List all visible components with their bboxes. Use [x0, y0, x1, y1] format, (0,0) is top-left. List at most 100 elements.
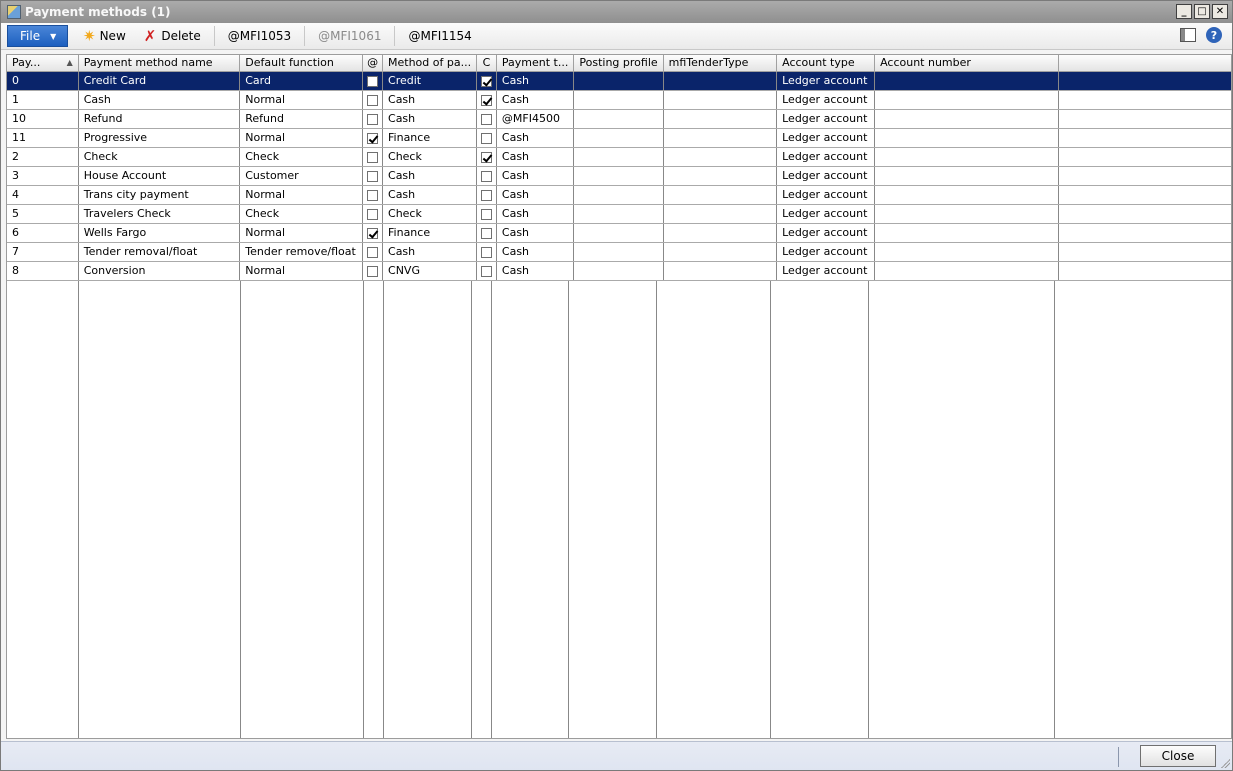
cell-ptype[interactable]: Cash — [496, 204, 575, 224]
close-button[interactable]: Close — [1140, 745, 1216, 767]
column-header-name[interactable]: Payment method name — [78, 55, 241, 72]
cell-name[interactable]: House Account — [78, 166, 241, 186]
column-header-at[interactable]: @ — [362, 55, 384, 72]
cell-name[interactable]: Conversion — [78, 261, 241, 281]
cell-acctype[interactable]: Ledger account — [776, 166, 876, 186]
cell-acctype[interactable]: Ledger account — [776, 147, 876, 167]
cell-posting[interactable] — [573, 204, 664, 224]
cell-name[interactable]: Progressive — [78, 128, 241, 148]
mfi1053-button[interactable]: @MFI1053 — [219, 25, 300, 47]
cell-name[interactable]: Travelers Check — [78, 204, 241, 224]
checkbox-checked[interactable] — [481, 75, 492, 87]
cell-func[interactable]: Normal — [239, 261, 364, 281]
cell-name[interactable]: Refund — [78, 109, 241, 129]
column-header-method[interactable]: Method of pa... — [382, 55, 478, 72]
cell-accnum[interactable] — [874, 71, 1060, 91]
cell-id[interactable]: 6 — [7, 223, 79, 243]
column-header-c[interactable]: C — [476, 55, 497, 72]
minimize-button[interactable]: _ — [1176, 4, 1192, 19]
cell-id[interactable]: 7 — [7, 242, 79, 262]
cell-func[interactable]: Normal — [239, 128, 364, 148]
cell-name[interactable]: Trans city payment — [78, 185, 241, 205]
table-row[interactable]: 5 Travelers Check Check Check Cash Ledger acc… — [7, 204, 1231, 224]
cell-posting[interactable] — [573, 71, 664, 91]
table-row[interactable]: 10 Refund Refund Cash @MFI4500 Ledger account — [7, 109, 1231, 129]
table-row[interactable]: 7 Tender removal/float Tender remove/float… — [7, 242, 1231, 262]
cell-id[interactable]: 10 — [7, 109, 79, 129]
cell-method[interactable]: Finance — [382, 223, 478, 243]
close-window-button[interactable]: ✕ — [1212, 4, 1228, 19]
cell-id[interactable]: 4 — [7, 185, 79, 205]
checkbox-unchecked[interactable] — [367, 189, 379, 201]
checkbox-unchecked[interactable] — [481, 227, 492, 239]
cell-accnum[interactable] — [874, 147, 1060, 167]
column-header-pay[interactable]: Pay... ▲ — [7, 55, 79, 72]
cell-acctype[interactable]: Ledger account — [776, 71, 876, 91]
cell-at[interactable] — [362, 128, 384, 148]
table-row[interactable]: 11 Progressive Normal Finance Cash Ledger acc… — [7, 128, 1231, 148]
checkbox-unchecked[interactable] — [367, 208, 379, 220]
cell-c[interactable] — [476, 109, 497, 129]
cell-tender[interactable] — [663, 147, 778, 167]
cell-method[interactable]: CNVG — [382, 261, 478, 281]
delete-button[interactable]: ✗ Delete — [135, 25, 210, 47]
help-icon[interactable]: ? — [1206, 27, 1222, 43]
cell-accnum[interactable] — [874, 204, 1060, 224]
checkbox-unchecked[interactable] — [367, 151, 379, 163]
cell-at[interactable] — [362, 71, 384, 91]
checkbox-unchecked[interactable] — [481, 189, 492, 201]
checkbox-unchecked[interactable] — [367, 75, 379, 87]
cell-accnum[interactable] — [874, 166, 1060, 186]
cell-acctype[interactable]: Ledger account — [776, 109, 876, 129]
mfi1061-button[interactable]: @MFI1061 — [309, 25, 390, 47]
checkbox-unchecked[interactable] — [481, 208, 492, 220]
checkbox-unchecked[interactable] — [481, 132, 492, 144]
column-header-default-function[interactable]: Default function — [239, 55, 364, 72]
new-button[interactable]: ✷ New — [74, 25, 135, 47]
cell-tender[interactable] — [663, 204, 778, 224]
cell-method[interactable]: Cash — [382, 242, 478, 262]
cell-method[interactable]: Finance — [382, 128, 478, 148]
cell-accnum[interactable] — [874, 185, 1060, 205]
cell-accnum[interactable] — [874, 223, 1060, 243]
cell-ptype[interactable]: Cash — [496, 128, 575, 148]
cell-ptype[interactable]: Cash — [496, 223, 575, 243]
cell-c[interactable] — [476, 261, 497, 281]
cell-acctype[interactable]: Ledger account — [776, 261, 876, 281]
cell-tender[interactable] — [663, 261, 778, 281]
cell-name[interactable]: Check — [78, 147, 241, 167]
cell-func[interactable]: Check — [239, 147, 364, 167]
cell-at[interactable] — [362, 204, 384, 224]
cell-at[interactable] — [362, 261, 384, 281]
cell-name[interactable]: Credit Card — [78, 71, 241, 91]
cell-method[interactable]: Cash — [382, 109, 478, 129]
column-header-account-type[interactable]: Account type — [776, 55, 876, 72]
cell-func[interactable]: Refund — [239, 109, 364, 129]
cell-posting[interactable] — [573, 90, 664, 110]
cell-ptype[interactable]: Cash — [496, 166, 575, 186]
column-header-tender-type[interactable]: mfiTenderType — [663, 55, 778, 72]
file-menu-button[interactable]: File ▼ — [7, 25, 68, 47]
cell-method[interactable]: Credit — [382, 71, 478, 91]
checkbox-checked[interactable] — [367, 227, 379, 239]
cell-accnum[interactable] — [874, 261, 1060, 281]
cell-tender[interactable] — [663, 166, 778, 186]
table-row[interactable]: 1 Cash Normal Cash Cash Ledger account — [7, 90, 1231, 110]
cell-func[interactable]: Tender remove/float — [239, 242, 364, 262]
cell-func[interactable]: Normal — [239, 90, 364, 110]
table-row[interactable]: 4 Trans city payment Normal Cash Cash Ledger … — [7, 185, 1231, 205]
cell-acctype[interactable]: Ledger account — [776, 185, 876, 205]
table-row[interactable]: 3 House Account Customer Cash Cash Ledger acc… — [7, 166, 1231, 186]
cell-c[interactable] — [476, 166, 497, 186]
cell-at[interactable] — [362, 242, 384, 262]
checkbox-unchecked[interactable] — [367, 170, 379, 182]
cell-ptype[interactable]: @MFI4500 — [496, 109, 575, 129]
cell-ptype[interactable]: Cash — [496, 185, 575, 205]
cell-posting[interactable] — [573, 128, 664, 148]
cell-tender[interactable] — [663, 71, 778, 91]
cell-at[interactable] — [362, 109, 384, 129]
cell-posting[interactable] — [573, 185, 664, 205]
cell-c[interactable] — [476, 128, 497, 148]
cell-c[interactable] — [476, 242, 497, 262]
cell-acctype[interactable]: Ledger account — [776, 204, 876, 224]
